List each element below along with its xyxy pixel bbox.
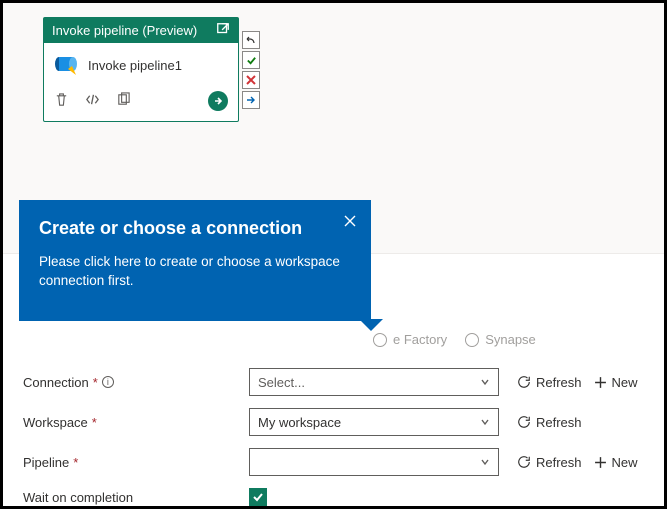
row-workspace: Workspace * My workspace Refresh xyxy=(3,402,664,442)
radio-data-factory[interactable]: e Factory xyxy=(373,332,447,347)
pipeline-icon xyxy=(54,53,78,77)
row-connection: Connection * i Select... Refresh New xyxy=(3,362,664,402)
required-marker: * xyxy=(92,415,97,430)
pipeline-dropdown[interactable] xyxy=(249,448,499,476)
label-pipeline: Pipeline xyxy=(23,455,69,470)
delete-icon[interactable] xyxy=(54,92,69,110)
coachmark-body: Please click here to create or choose a … xyxy=(39,253,351,291)
workspace-dropdown[interactable]: My workspace xyxy=(249,408,499,436)
radio-icon xyxy=(373,333,387,347)
error-icon[interactable] xyxy=(242,71,260,89)
required-marker: * xyxy=(73,455,78,470)
activity-header[interactable]: Invoke pipeline (Preview) xyxy=(44,18,238,43)
chevron-down-icon xyxy=(480,455,490,470)
target-type-radios: e Factory Synapse xyxy=(3,332,664,347)
new-connection-button[interactable]: New xyxy=(594,375,638,390)
row-pipeline: Pipeline * Refresh New xyxy=(3,442,664,482)
activity-name[interactable]: Invoke pipeline1 xyxy=(88,58,182,73)
required-marker: * xyxy=(93,375,98,390)
chevron-down-icon xyxy=(480,415,490,430)
radio-icon xyxy=(465,333,479,347)
wait-checkbox[interactable] xyxy=(249,488,267,506)
refresh-workspace-button[interactable]: Refresh xyxy=(517,415,582,430)
label-workspace: Workspace xyxy=(23,415,88,430)
open-external-icon[interactable] xyxy=(216,22,230,39)
canvas-tool-icons xyxy=(242,31,260,109)
row-wait-on-completion: Wait on completion xyxy=(3,482,664,512)
refresh-connection-button[interactable]: Refresh xyxy=(517,375,582,390)
info-icon[interactable]: i xyxy=(102,376,114,388)
label-wait: Wait on completion xyxy=(23,490,133,505)
coachmark-title: Create or choose a connection xyxy=(39,218,351,239)
skip-icon[interactable] xyxy=(242,91,260,109)
activity-title: Invoke pipeline (Preview) xyxy=(52,23,197,38)
run-icon[interactable] xyxy=(208,91,228,111)
coachmark-connection: Create or choose a connection Please cli… xyxy=(19,200,371,321)
connection-dropdown[interactable]: Select... xyxy=(249,368,499,396)
activity-footer xyxy=(44,85,238,121)
radio-synapse[interactable]: Synapse xyxy=(465,332,536,347)
copy-icon[interactable] xyxy=(116,92,131,110)
new-pipeline-button[interactable]: New xyxy=(594,455,638,470)
undo-icon[interactable] xyxy=(242,31,260,49)
chevron-down-icon xyxy=(480,375,490,390)
activity-body: Invoke pipeline1 xyxy=(44,43,238,85)
close-icon[interactable] xyxy=(343,214,357,231)
refresh-pipeline-button[interactable]: Refresh xyxy=(517,455,582,470)
label-connection: Connection xyxy=(23,375,89,390)
code-icon[interactable] xyxy=(85,92,100,110)
coachmark-beak xyxy=(359,319,383,331)
activity-invoke-pipeline[interactable]: Invoke pipeline (Preview) Invoke pipelin… xyxy=(43,17,239,122)
success-icon[interactable] xyxy=(242,51,260,69)
